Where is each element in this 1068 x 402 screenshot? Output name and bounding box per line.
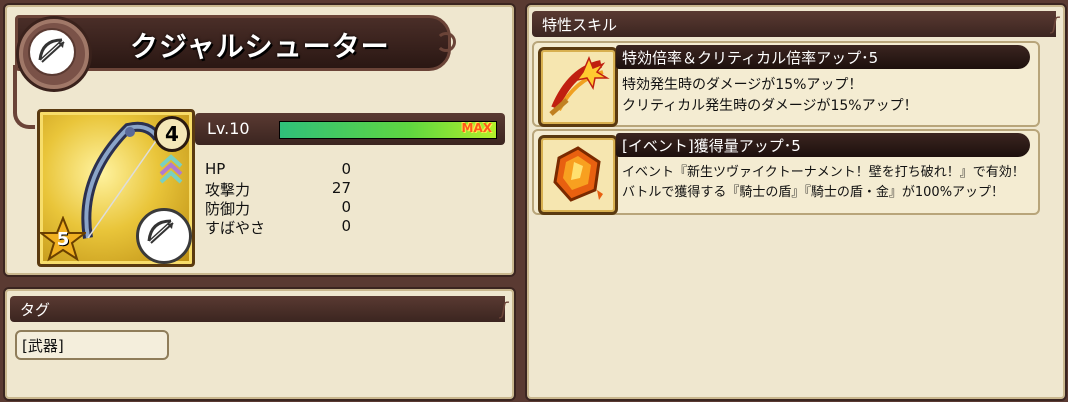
rank-up-chevron-icon bbox=[159, 154, 183, 184]
skill-desc-line: クリティカル発生時のダメージが15%アップ！ bbox=[622, 98, 918, 114]
tag-panel: タグ ʃ [武器] bbox=[3, 287, 516, 401]
character-name: クジャルシューター bbox=[130, 30, 390, 63]
stat-label: すばやさ bbox=[205, 219, 266, 237]
skill-desc-line: イベント『新生ツヴァイクトーナメント！壁を打ち破れ！』で有効！ bbox=[622, 165, 1025, 180]
skills-header: 特性スキル ʃ bbox=[532, 11, 1058, 37]
tag-chip[interactable]: [武器] bbox=[15, 330, 169, 360]
stat-value: 0 bbox=[341, 160, 351, 178]
class-emblem bbox=[19, 19, 89, 89]
skill-desc-line: 特効発生時のダメージが15%アップ！ bbox=[622, 77, 863, 93]
level-text: Lv.10 bbox=[207, 119, 250, 138]
swirl-ornament-icon: ʃ bbox=[1051, 14, 1058, 35]
tag-header: タグ ʃ bbox=[10, 296, 507, 322]
star-rank: 5 bbox=[38, 215, 88, 262]
critical-slash-icon bbox=[538, 47, 618, 127]
tag-header-label: タグ bbox=[20, 301, 51, 319]
swirl-ornament-icon: ʃ bbox=[500, 299, 507, 320]
max-label: MAX bbox=[461, 121, 492, 135]
character-panel: クジャルシューター 4 5 Lv.10 MAX HP 0 攻撃力 27 防御力 … bbox=[3, 3, 516, 277]
skill-desc-line: バトルで獲得する『騎士の盾』『騎士の盾・金』が100%アップ！ bbox=[622, 185, 1005, 200]
skill-title-text: 特効倍率＆クリティカル倍率アップ･5 bbox=[622, 49, 879, 67]
stat-value: 0 bbox=[341, 217, 351, 235]
stat-row-hp: HP 0 bbox=[205, 160, 365, 179]
stat-label: 防御力 bbox=[205, 200, 251, 218]
character-card[interactable]: 4 5 bbox=[37, 109, 195, 267]
bow-icon bbox=[28, 28, 76, 76]
stat-value: 27 bbox=[331, 179, 351, 197]
card-bow-icon bbox=[136, 208, 192, 264]
skill-title-text: [イベント]獲得量アップ･5 bbox=[622, 137, 801, 155]
skills-header-label: 特性スキル bbox=[542, 16, 618, 34]
skill-title: 特効倍率＆クリティカル倍率アップ･5 bbox=[616, 45, 1030, 69]
stat-row-attack: 攻撃力 27 bbox=[205, 179, 365, 199]
stat-value: 0 bbox=[341, 198, 351, 216]
amber-gem-icon bbox=[538, 135, 618, 215]
skill-item[interactable]: [イベント]獲得量アップ･5 イベント『新生ツヴァイクトーナメント！壁を打ち破れ… bbox=[532, 129, 1040, 215]
stat-label: 攻撃力 bbox=[205, 181, 251, 199]
skill-description: 特効発生時のダメージが15%アップ！ クリティカル発生時のダメージが15%アップ… bbox=[622, 75, 1030, 117]
skills-panel: 特性スキル ʃ 特効倍率＆クリティカル倍率アップ･5 特効発生時のダメージが15… bbox=[525, 3, 1067, 401]
level-badge: 4 bbox=[154, 116, 190, 152]
stats-list: HP 0 攻撃力 27 防御力 0 すばやさ 0 bbox=[205, 160, 365, 237]
exp-track: MAX bbox=[279, 121, 497, 139]
skill-title: [イベント]獲得量アップ･5 bbox=[616, 133, 1030, 157]
skill-item[interactable]: 特効倍率＆クリティカル倍率アップ･5 特効発生時のダメージが15%アップ！ クリ… bbox=[532, 41, 1040, 127]
skill-description: イベント『新生ツヴァイクトーナメント！壁を打ち破れ！』で有効！ バトルで獲得する… bbox=[622, 163, 1030, 203]
tag-chip-label: [武器] bbox=[22, 337, 64, 355]
stat-label: HP bbox=[205, 160, 226, 178]
stat-row-speed: すばやさ 0 bbox=[205, 217, 365, 237]
star-rank-number: 5 bbox=[56, 229, 70, 250]
level-bar: Lv.10 MAX bbox=[195, 113, 505, 145]
stat-row-defense: 防御力 0 bbox=[205, 198, 365, 218]
